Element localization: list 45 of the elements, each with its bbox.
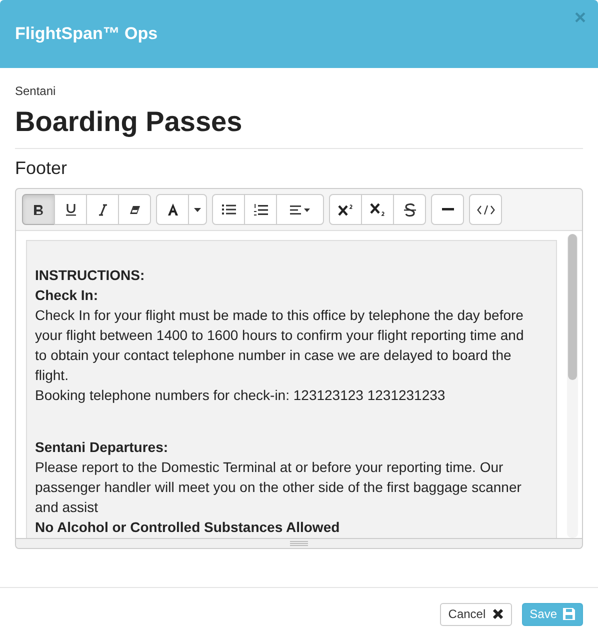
- dropdown-button[interactable]: [188, 194, 207, 225]
- content-heading: Sentani Departures:: [35, 438, 170, 457]
- italic-icon: [98, 204, 108, 216]
- window-title: FlightSpan™ Ops: [15, 24, 158, 44]
- cancel-button[interactable]: Cancel: [440, 602, 512, 626]
- superscript-button[interactable]: [329, 194, 362, 225]
- subscript-button[interactable]: [361, 194, 394, 225]
- bold-button[interactable]: [22, 194, 55, 225]
- bullet-list-button[interactable]: [212, 194, 245, 225]
- content-heading: Check In:: [35, 286, 100, 305]
- numbered-list-button[interactable]: [244, 194, 277, 225]
- save-button[interactable]: Save: [522, 602, 583, 626]
- font-icon: [166, 203, 180, 216]
- content-paragraph: Booking telephone numbers for check-in: 123123123 1231231233: [35, 386, 446, 405]
- content-paragraph: Please report to the Domestic Terminal at or before your reporting time. Our passenger handler will meet you on the other side of the first baggage scanner and assist: [35, 458, 522, 517]
- section-label: Footer: [15, 158, 68, 179]
- superscript-icon: [338, 204, 354, 216]
- underline-button[interactable]: [54, 194, 87, 225]
- content-heading: INSTRUCTIONS:: [35, 266, 146, 285]
- content-heading: No Alcohol or Controlled Substances Allowed: [35, 518, 341, 537]
- content-paragraph: Check In for your flight must be made to this office by telephone the day before your flight between 1400 to 1600 hours to confirm your flight reporting time and to obtain your contact telephone number in case we are delayed to board the flight.: [35, 306, 525, 385]
- numbered-list-icon: [254, 204, 268, 216]
- code-view-button[interactable]: [469, 194, 502, 225]
- clear-format-button[interactable]: [118, 194, 151, 225]
- strikethrough-icon: [404, 202, 416, 216]
- scrollbar-thumb[interactable]: [568, 234, 577, 380]
- caret-icon: [194, 208, 201, 212]
- underline-icon: [64, 203, 76, 216]
- bold-icon: [32, 204, 44, 216]
- grip-icon: [290, 541, 308, 546]
- bullet-list-icon: [222, 204, 236, 215]
- font-color-button[interactable]: [156, 194, 189, 225]
- italic-button[interactable]: [86, 194, 119, 225]
- subtitle: Sentani: [15, 84, 57, 98]
- scrollbar[interactable]: [567, 234, 578, 538]
- horizontal-rule-button[interactable]: [431, 194, 464, 225]
- page-heading: Boarding Passes: [15, 106, 244, 138]
- close-icon: [492, 608, 504, 620]
- code-icon: [476, 204, 494, 214]
- subscript-icon: [370, 203, 386, 216]
- strikethrough-button[interactable]: [393, 194, 426, 225]
- close-button[interactable]: ×: [574, 8, 586, 28]
- align-button[interactable]: [276, 194, 324, 225]
- align-icon: [290, 204, 310, 214]
- eraser-icon: [128, 204, 140, 214]
